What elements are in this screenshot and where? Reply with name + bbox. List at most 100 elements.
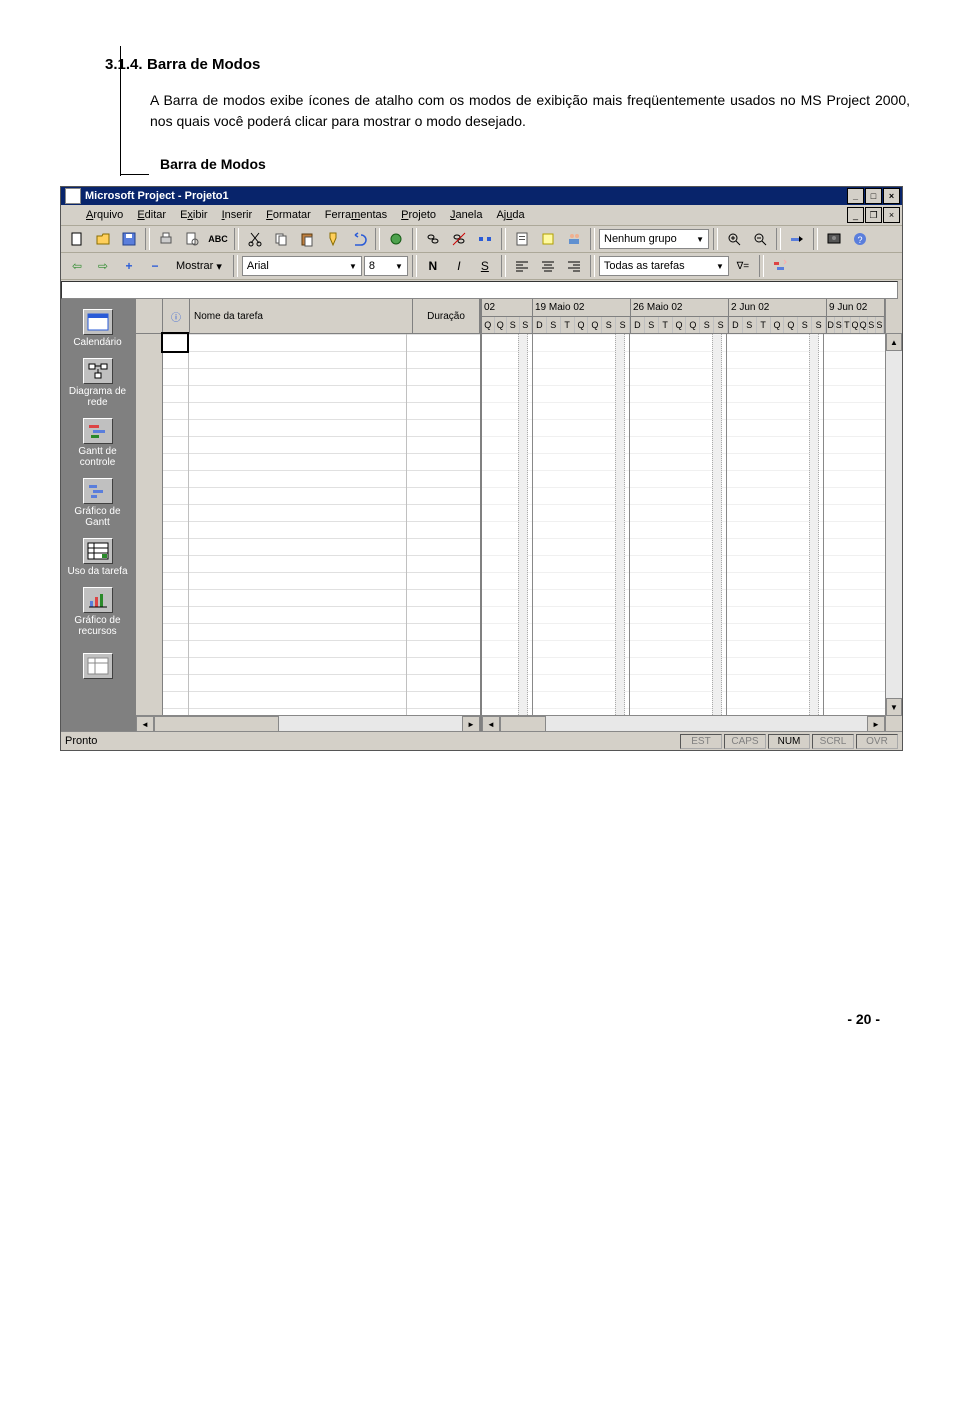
menu-ajuda[interactable]: Ajuda — [489, 207, 531, 223]
scroll-up-icon[interactable]: ▲ — [886, 333, 902, 351]
align-left-icon[interactable] — [510, 254, 534, 278]
close-button[interactable]: × — [883, 188, 900, 204]
show-subtasks-icon[interactable]: + — [117, 254, 141, 278]
mode-gantt-controle[interactable]: Gantt de controle — [61, 414, 134, 472]
mode-grafico-gantt[interactable]: Gráfico de Gantt — [61, 474, 134, 532]
active-cell[interactable] — [163, 334, 187, 351]
info-header[interactable]: ⓘ — [163, 299, 190, 333]
status-caps: CAPS — [724, 734, 766, 749]
autofilter-icon[interactable]: ∇= — [731, 254, 755, 278]
mode-more[interactable] — [61, 643, 134, 685]
calendar-icon — [83, 309, 113, 335]
scroll-down-icon[interactable]: ▼ — [886, 698, 902, 716]
menu-ferramentas[interactable]: Ferramentas — [318, 207, 394, 223]
task-grid-header: ⓘ Nome da tarefa Duração — [136, 299, 480, 334]
cut-icon[interactable] — [243, 227, 267, 251]
link-tasks-icon[interactable] — [421, 227, 445, 251]
undo-icon[interactable] — [347, 227, 371, 251]
gantt-body[interactable] — [482, 334, 885, 715]
entry-field[interactable] — [61, 281, 898, 299]
doc-close-button[interactable]: × — [883, 207, 900, 223]
align-center-icon[interactable] — [536, 254, 560, 278]
section-heading: 3.1.4. Barra de Modos — [50, 56, 910, 74]
dropdown-arrow-icon: ▼ — [349, 262, 357, 271]
copy-icon[interactable] — [269, 227, 293, 251]
unlink-tasks-icon[interactable] — [447, 227, 471, 251]
formatting-toolbar: ⇦ ⇨ + − Mostrar ▾ Arial ▼ 8 ▼ N I S Toda… — [61, 253, 902, 280]
save-icon[interactable] — [117, 227, 141, 251]
print-icon[interactable] — [154, 227, 178, 251]
underline-icon[interactable]: S — [473, 254, 497, 278]
show-outline-button[interactable]: Mostrar ▾ — [169, 254, 229, 278]
rownum-header[interactable] — [136, 299, 163, 333]
align-right-icon[interactable] — [562, 254, 586, 278]
spellcheck-icon[interactable]: ABC — [206, 227, 230, 251]
scroll-left-icon[interactable]: ◄ — [136, 716, 154, 732]
doc-minimize-button[interactable]: _ — [847, 207, 864, 223]
zoom-out-icon[interactable] — [748, 227, 772, 251]
menu-exibir[interactable]: Exibir — [173, 207, 215, 223]
format-painter-icon[interactable] — [321, 227, 345, 251]
menu-formatar[interactable]: Formatar — [259, 207, 318, 223]
assign-icon[interactable] — [562, 227, 586, 251]
zoom-in-icon[interactable] — [722, 227, 746, 251]
status-num: NUM — [768, 734, 810, 749]
new-icon[interactable] — [65, 227, 89, 251]
resource-graph-icon — [83, 587, 113, 613]
mode-diagrama-rede[interactable]: Diagrama de rede — [61, 354, 134, 412]
msproject-screenshot: Microsoft Project - Projeto1 _ □ × Arqui… — [60, 186, 903, 751]
filter-combo[interactable]: Todas as tarefas ▼ — [599, 256, 729, 276]
notes-icon[interactable] — [536, 227, 560, 251]
goto-task-icon[interactable] — [785, 227, 809, 251]
menu-janela[interactable]: Janela — [443, 207, 489, 223]
task-rows[interactable] — [136, 334, 480, 715]
scroll-left-icon[interactable]: ◄ — [482, 716, 500, 732]
status-est: EST — [680, 734, 722, 749]
maximize-button[interactable]: □ — [865, 188, 882, 204]
menu-arquivo[interactable]: Arquivo — [79, 207, 130, 223]
doc-restore-button[interactable]: ❐ — [865, 207, 882, 223]
split-task-icon[interactable] — [473, 227, 497, 251]
minimize-button[interactable]: _ — [847, 188, 864, 204]
section-paragraph: A Barra de modos exibe ícones de atalho … — [150, 90, 910, 132]
scroll-right-icon[interactable]: ► — [867, 716, 885, 732]
italic-icon[interactable]: I — [447, 254, 471, 278]
mode-uso-tarefa[interactable]: Uso da tarefa — [61, 534, 134, 581]
mode-calendario[interactable]: Calendário — [61, 305, 134, 352]
vscroll[interactable]: ▲ ▼ — [885, 299, 902, 732]
menu-editar[interactable]: Editar — [130, 207, 173, 223]
font-name: Arial — [247, 260, 269, 272]
font-size-combo[interactable]: 8 ▼ — [364, 256, 408, 276]
titlebar: Microsoft Project - Projeto1 _ □ × — [61, 187, 902, 205]
gantt-wizard-icon[interactable] — [768, 254, 792, 278]
duration-header[interactable]: Duração — [413, 299, 480, 333]
hyperlink-icon[interactable] — [384, 227, 408, 251]
outdent-right-icon[interactable]: ⇨ — [91, 254, 115, 278]
gantt-area: 02 Q Q S S 19 Maio 02 D S T — [482, 299, 885, 732]
menu-projeto[interactable]: Projeto — [394, 207, 443, 223]
copy-picture-icon[interactable] — [822, 227, 846, 251]
paste-icon[interactable] — [295, 227, 319, 251]
help-icon[interactable]: ? — [848, 227, 872, 251]
tracking-gantt-icon — [83, 418, 113, 444]
menu-inserir[interactable]: Inserir — [215, 207, 260, 223]
outdent-left-icon[interactable]: ⇦ — [65, 254, 89, 278]
group-combo[interactable]: Nenhum grupo ▼ — [599, 229, 709, 249]
task-grid-hscroll[interactable]: ◄ ► — [136, 715, 480, 732]
taskname-header[interactable]: Nome da tarefa — [190, 299, 413, 333]
hide-subtasks-icon[interactable]: − — [143, 254, 167, 278]
font-combo[interactable]: Arial ▼ — [242, 256, 362, 276]
info-icon[interactable] — [510, 227, 534, 251]
dropdown-arrow-icon: ▼ — [696, 235, 704, 244]
scroll-right-icon[interactable]: ► — [462, 716, 480, 732]
gantt-hscroll[interactable]: ◄ ► — [482, 715, 885, 732]
dropdown-arrow-icon: ▼ — [716, 262, 724, 271]
preview-icon[interactable] — [180, 227, 204, 251]
svg-text:?: ? — [857, 235, 862, 245]
font-size: 8 — [369, 260, 375, 272]
timescale-header[interactable]: 02 Q Q S S 19 Maio 02 D S T — [482, 299, 885, 334]
bold-icon[interactable]: N — [421, 254, 445, 278]
mode-grafico-recursos[interactable]: Gráfico de recursos — [61, 583, 134, 641]
status-ovr: OVR — [856, 734, 898, 749]
open-icon[interactable] — [91, 227, 115, 251]
